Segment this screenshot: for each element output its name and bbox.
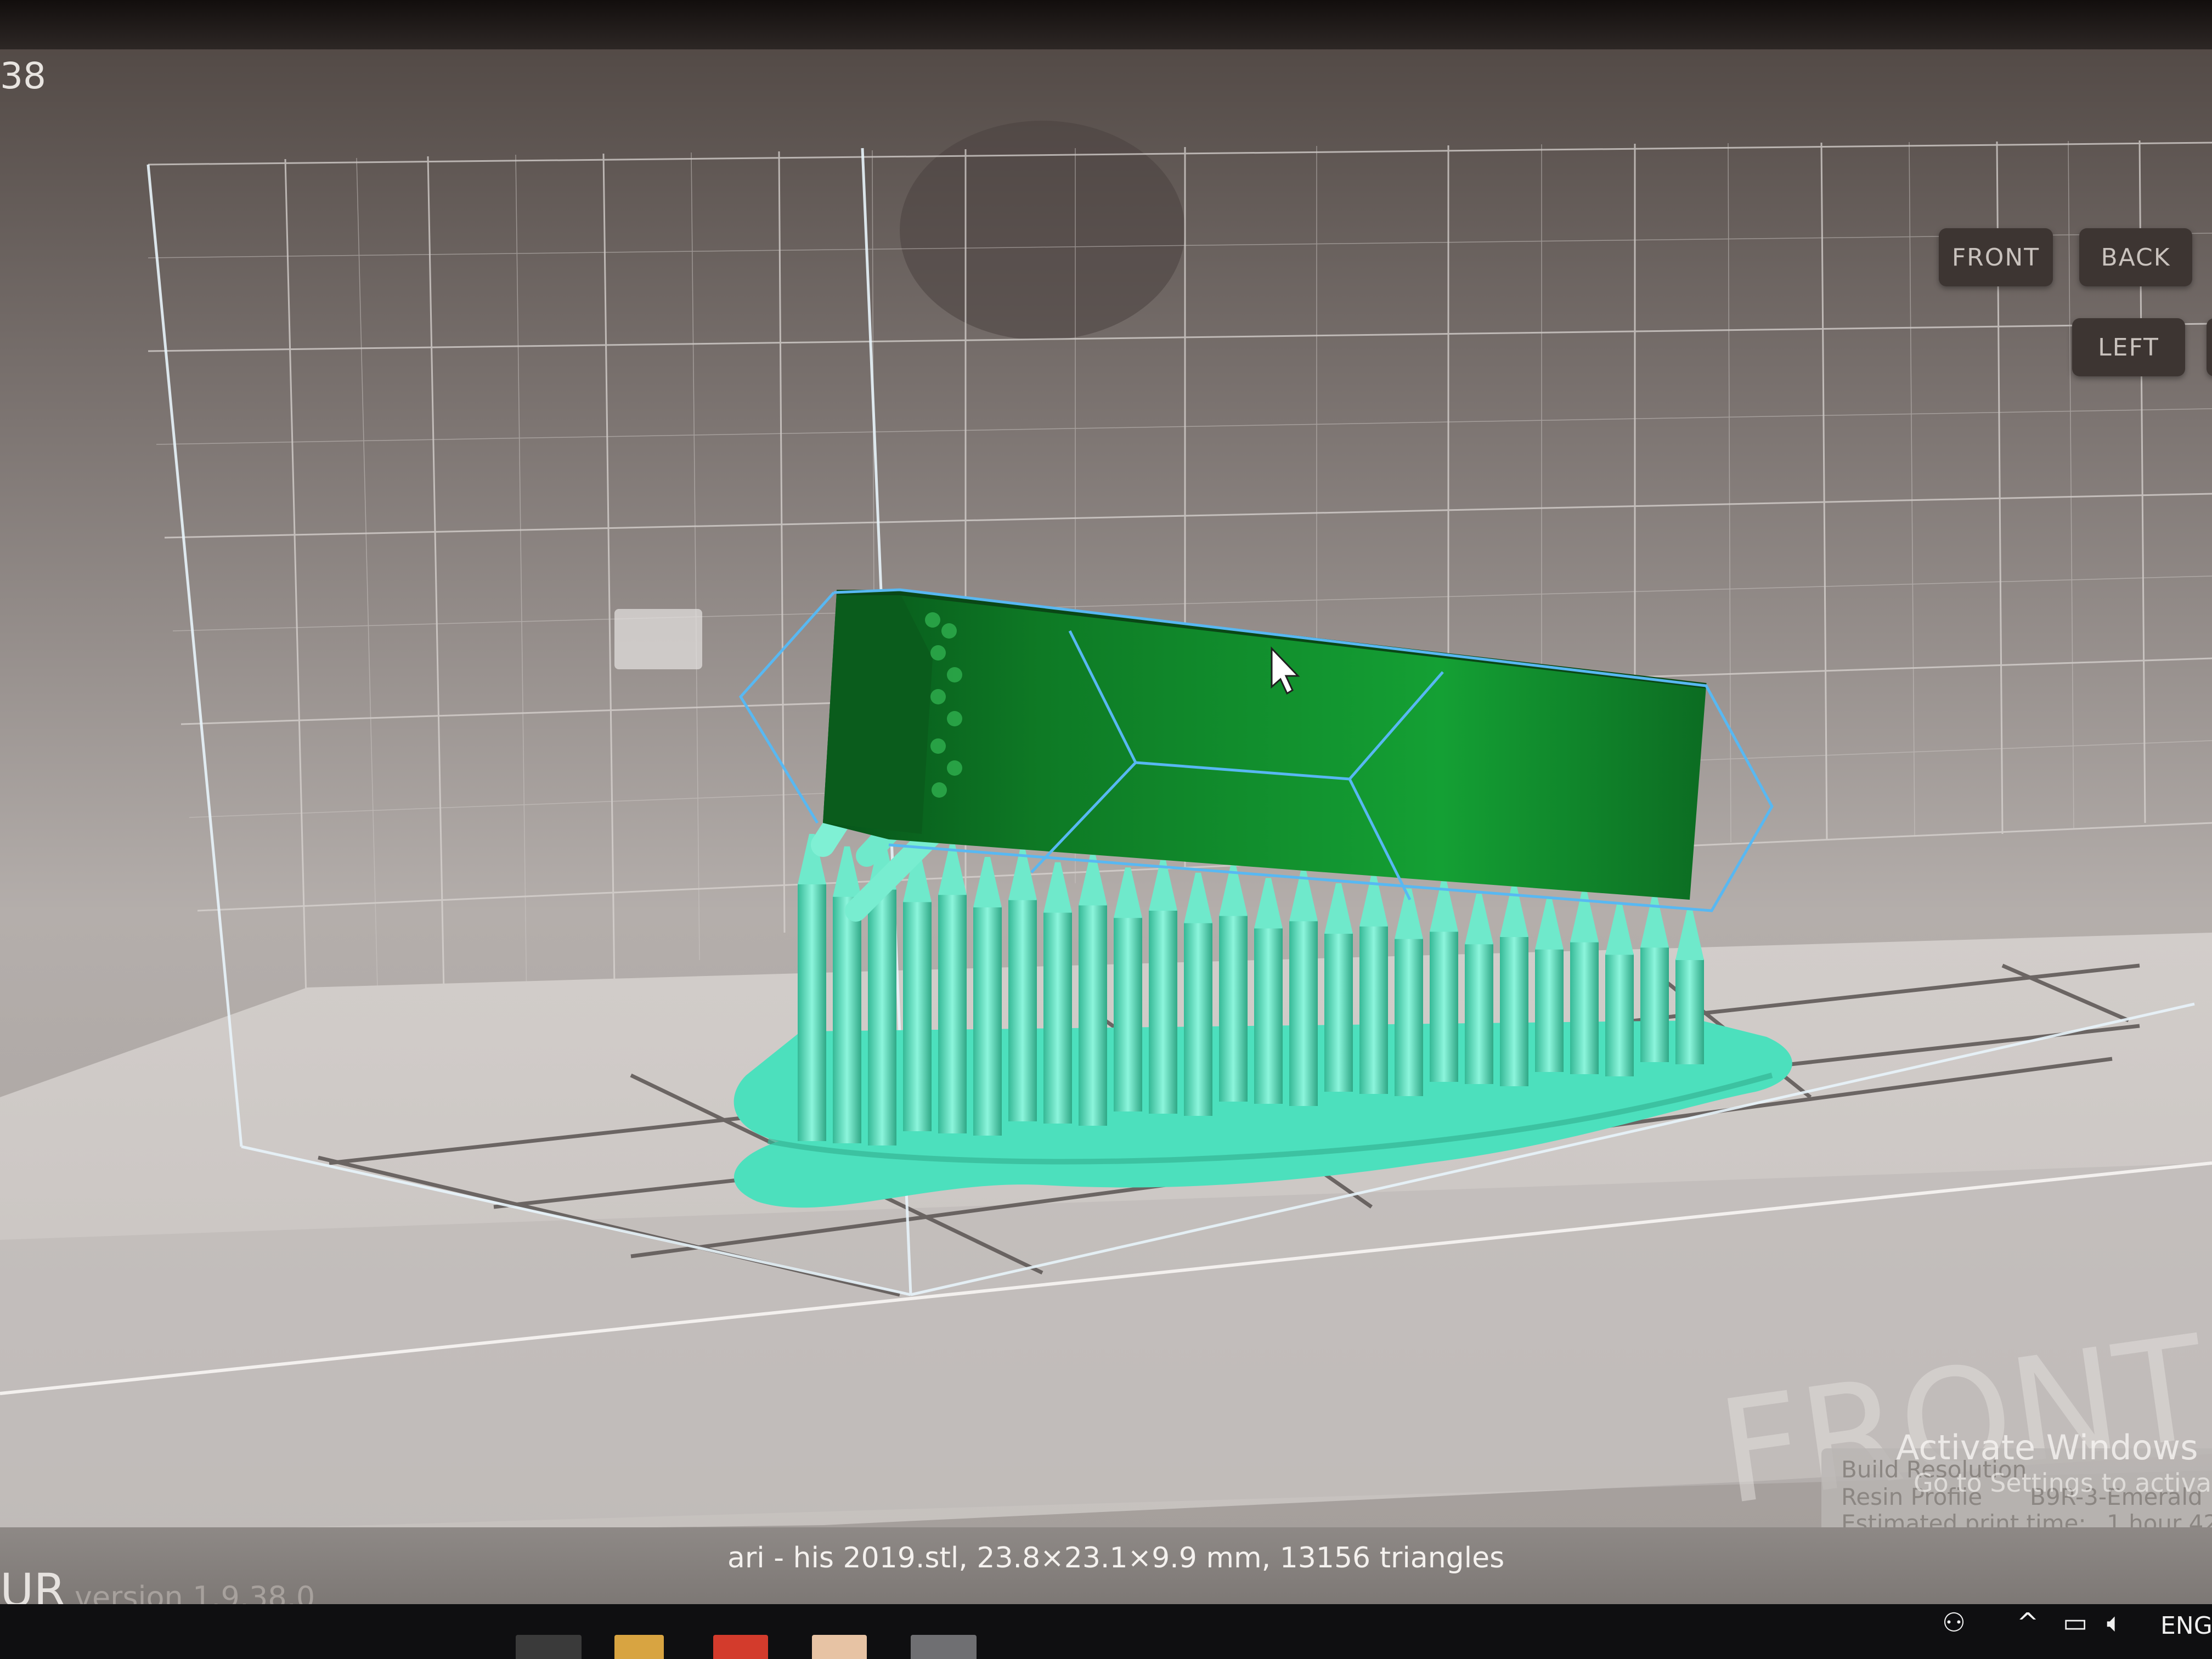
- image-app-icon[interactable]: [812, 1635, 867, 1659]
- volume-icon[interactable]: 🔈︎: [2107, 1607, 2123, 1639]
- support-pillar: [1289, 920, 1318, 1106]
- windows-taskbar: [0, 1604, 2212, 1659]
- support-pillar: [1395, 938, 1423, 1096]
- support-pillar: [1359, 925, 1388, 1094]
- support-pillar: [973, 906, 1002, 1136]
- support-pillar: [1675, 959, 1704, 1064]
- support-pillar: [798, 883, 826, 1141]
- support-pillar: [1430, 930, 1458, 1082]
- taskbar-app-icon[interactable]: [516, 1635, 582, 1659]
- support-pillar: [1149, 910, 1177, 1114]
- support-pillar: [1254, 927, 1283, 1104]
- right-view-button[interactable]: [2207, 318, 2212, 376]
- support-pillar: [1605, 953, 1634, 1076]
- support-pillar: [1640, 946, 1669, 1062]
- left-view-button[interactable]: LEFT: [2072, 318, 2185, 376]
- support-pillar: [1324, 933, 1353, 1092]
- window-title-number: 38: [0, 55, 46, 97]
- show-hidden-icons-icon[interactable]: ^: [2017, 1607, 2039, 1638]
- network-icon[interactable]: ▭: [2063, 1607, 2087, 1638]
- support-pillar: [1114, 917, 1142, 1111]
- support-pillar: [868, 888, 896, 1146]
- support-pillar: [1465, 943, 1493, 1084]
- support-pillar: [833, 895, 861, 1143]
- support-pillar: [1079, 904, 1107, 1126]
- chrome-icon[interactable]: [713, 1635, 768, 1659]
- support-pillar: [1008, 899, 1037, 1121]
- activate-windows-watermark: Activate Windows: [1896, 1427, 2198, 1468]
- back-view-button[interactable]: BACK: [2079, 228, 2192, 286]
- support-pillar: [1184, 922, 1212, 1116]
- file-info-text: ari - his 2019.stl, 23.8×23.1×9.9 mm, 13…: [727, 1542, 1505, 1575]
- active-app-icon[interactable]: [911, 1635, 977, 1659]
- support-pillar: [938, 894, 967, 1133]
- support-pillar: [1043, 911, 1072, 1124]
- support-pillar: [1535, 948, 1564, 1072]
- support-pillar: [903, 901, 932, 1131]
- language-indicator[interactable]: ENG: [2160, 1612, 2212, 1640]
- people-icon[interactable]: ⚇: [1942, 1607, 1966, 1638]
- front-view-button[interactable]: FRONT: [1939, 228, 2053, 286]
- 3d-viewport[interactable]: FRONT: [0, 0, 2212, 1659]
- support-pillar: [1570, 941, 1599, 1074]
- activate-windows-subtitle: Go to Settings to activate: [1914, 1468, 2212, 1498]
- support-pillar: [1219, 915, 1248, 1102]
- folder-icon[interactable]: [614, 1635, 664, 1659]
- support-pillar: [1500, 936, 1528, 1086]
